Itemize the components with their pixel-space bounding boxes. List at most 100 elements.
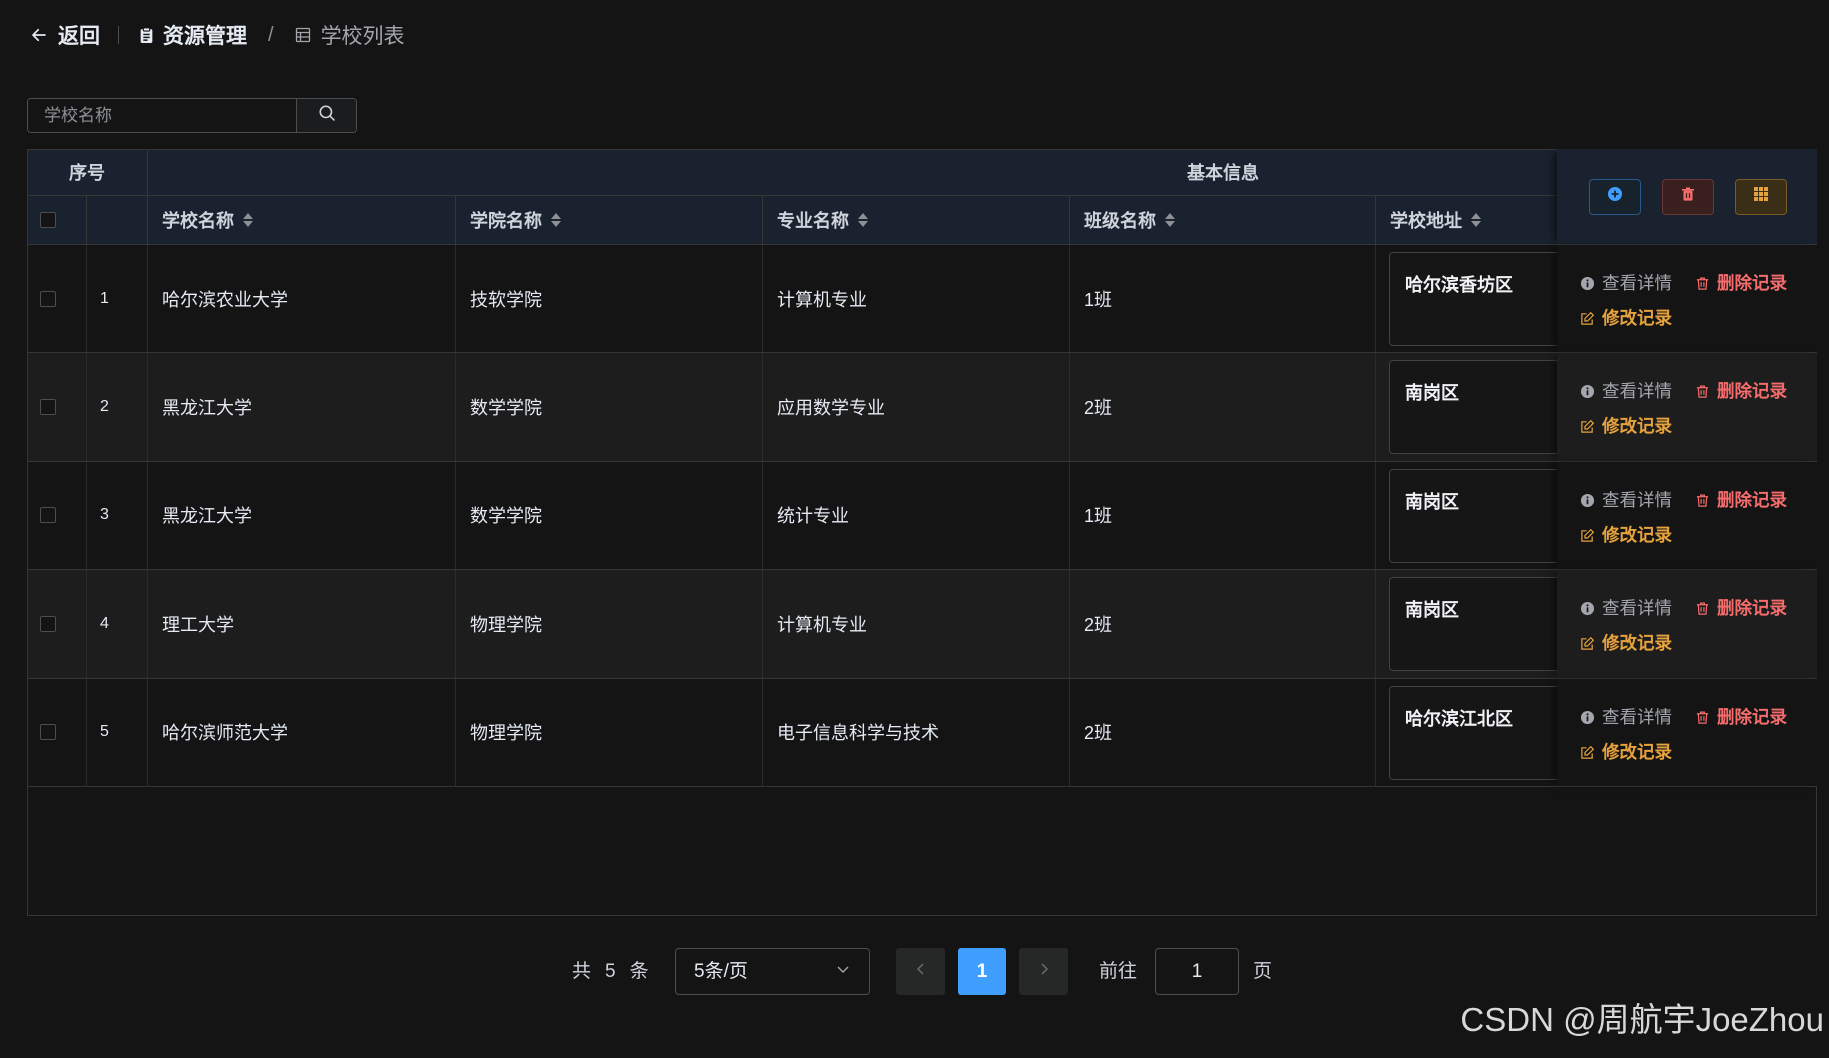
view-details-button[interactable]: 查看详情 xyxy=(1580,273,1672,294)
page-number-current[interactable]: 1 xyxy=(958,948,1006,995)
info-icon xyxy=(1580,710,1595,725)
edit-icon xyxy=(1580,745,1595,760)
cell-school-name: 理工大学 xyxy=(148,570,456,678)
breadcrumb-parent[interactable]: 资源管理 xyxy=(163,20,247,50)
table-row: 1 哈尔滨农业大学 技软学院 计算机专业 1班 哈尔滨香坊区 查看详情 删除记录 修改记录 xyxy=(27,245,1817,354)
edit-record-button[interactable]: 修改记录 xyxy=(1580,525,1672,546)
header-major-name[interactable]: 专业名称 xyxy=(763,196,1070,245)
row-checkbox[interactable] xyxy=(40,290,56,307)
sort-icon[interactable] xyxy=(1471,213,1481,227)
arrow-left-icon[interactable] xyxy=(30,26,48,44)
cell-class-name: 1班 xyxy=(1070,245,1376,353)
view-details-label: 查看详情 xyxy=(1602,273,1672,293)
edit-record-label: 修改记录 xyxy=(1602,741,1672,762)
address-box[interactable]: 南岗区 xyxy=(1389,468,1557,563)
view-details-button[interactable]: 查看详情 xyxy=(1580,598,1672,619)
breadcrumb-current: 学校列表 xyxy=(320,25,405,48)
page-size-select[interactable]: 5条/页 xyxy=(675,948,870,995)
edit-record-label: 修改记录 xyxy=(1602,416,1672,437)
sort-icon[interactable] xyxy=(551,213,561,227)
school-name-search-input[interactable] xyxy=(28,99,296,132)
header-college-name[interactable]: 学院名称 xyxy=(456,196,763,245)
row-checkbox[interactable] xyxy=(40,399,56,416)
row-actions: 查看详情 删除记录修改记录 xyxy=(1557,353,1817,461)
row-checkbox-cell xyxy=(27,245,87,353)
edit-record-label: 修改记录 xyxy=(1602,524,1672,545)
edit-record-button[interactable]: 修改记录 xyxy=(1580,308,1672,329)
add-button[interactable] xyxy=(1589,178,1641,215)
row-index: 5 xyxy=(87,678,148,786)
view-details-button[interactable]: 查看详情 xyxy=(1580,707,1672,728)
school-table: 序号 基本信息 学校名称 学院名称 专业名称 班级名称 学校地址 1 哈尔滨农业… xyxy=(27,149,1817,916)
header-index: 序号 xyxy=(27,149,148,196)
edit-record-label: 修改记录 xyxy=(1602,633,1672,654)
cell-school-address: 南岗区 xyxy=(1376,570,1557,677)
view-details-label: 查看详情 xyxy=(1602,598,1672,619)
address-box[interactable]: 哈尔滨香坊区 xyxy=(1389,252,1557,346)
column-settings-button[interactable] xyxy=(1735,178,1787,215)
cell-class-name: 1班 xyxy=(1070,461,1376,570)
trash-icon xyxy=(1695,601,1710,616)
trash-icon xyxy=(1695,710,1710,725)
edit-record-button[interactable]: 修改记录 xyxy=(1580,633,1672,654)
edit-record-button[interactable]: 修改记录 xyxy=(1580,742,1672,763)
info-icon xyxy=(1580,493,1595,508)
row-checkbox-cell xyxy=(27,570,87,678)
search-bar xyxy=(27,98,357,133)
row-index: 1 xyxy=(87,245,148,353)
cell-major-name: 电子信息科学与技术 xyxy=(763,678,1070,786)
trash-icon xyxy=(1695,384,1710,399)
delete-record-button[interactable]: 删除记录 xyxy=(1695,273,1787,294)
header-class-name[interactable]: 班级名称 xyxy=(1070,196,1376,245)
header-label: 学校地址 xyxy=(1390,211,1462,231)
page-size-value: 5条/页 xyxy=(694,960,748,982)
sort-icon[interactable] xyxy=(858,213,868,227)
row-actions: 查看详情 删除记录修改记录 xyxy=(1557,570,1817,678)
cell-major-name: 统计专业 xyxy=(763,461,1070,570)
row-checkbox[interactable] xyxy=(40,615,56,632)
address-box[interactable]: 南岗区 xyxy=(1389,577,1557,672)
delete-record-button[interactable]: 删除记录 xyxy=(1695,598,1787,619)
view-details-button[interactable]: 查看详情 xyxy=(1580,381,1672,402)
select-all-checkbox[interactable] xyxy=(40,212,56,228)
row-actions: 查看详情 删除记录修改记录 xyxy=(1557,678,1817,786)
header-school-name[interactable]: 学校名称 xyxy=(148,196,456,245)
search-button[interactable] xyxy=(296,99,356,132)
prev-page-button[interactable] xyxy=(896,948,945,995)
cell-college-name: 数学学院 xyxy=(456,461,763,570)
cell-class-name: 2班 xyxy=(1070,353,1376,461)
info-icon xyxy=(1580,384,1595,399)
sort-icon[interactable] xyxy=(1165,213,1175,227)
edit-icon xyxy=(1580,636,1595,651)
header-label: 专业名称 xyxy=(777,211,849,231)
row-index: 3 xyxy=(87,461,148,570)
row-index: 4 xyxy=(87,570,148,678)
sort-icon[interactable] xyxy=(243,213,253,227)
view-details-button[interactable]: 查看详情 xyxy=(1580,490,1672,511)
header-school-address[interactable]: 学校地址 xyxy=(1376,196,1557,245)
batch-delete-button[interactable] xyxy=(1662,178,1714,215)
header-label: 学校名称 xyxy=(162,211,234,231)
edit-record-button[interactable]: 修改记录 xyxy=(1580,416,1672,437)
back-button[interactable]: 返回 xyxy=(58,20,100,50)
table-row: 3 黑龙江大学 数学学院 统计专业 1班 南岗区 查看详情 删除记录修改记录 xyxy=(27,461,1817,571)
delete-record-button[interactable]: 删除记录 xyxy=(1695,707,1787,728)
next-page-button[interactable] xyxy=(1019,948,1068,995)
row-checkbox[interactable] xyxy=(40,507,56,524)
cell-school-address: 南岗区 xyxy=(1376,353,1557,460)
chevron-left-icon xyxy=(913,960,929,984)
table-row: 4 理工大学 物理学院 计算机专业 2班 南岗区 查看详情 删除记录 修改记录 xyxy=(27,570,1817,679)
delete-record-label: 删除记录 xyxy=(1717,598,1787,619)
delete-record-button[interactable]: 删除记录 xyxy=(1695,381,1787,402)
trash-icon xyxy=(1695,493,1710,508)
delete-record-button[interactable]: 删除记录 xyxy=(1695,490,1787,511)
pagination-total: 共 5 条 xyxy=(572,960,649,984)
edit-record-label: 修改记录 xyxy=(1602,308,1672,328)
address-box[interactable]: 南岗区 xyxy=(1389,360,1557,455)
goto-page-input[interactable] xyxy=(1155,948,1239,995)
row-checkbox[interactable] xyxy=(40,724,56,741)
address-box[interactable]: 哈尔滨江北区 xyxy=(1389,685,1557,780)
cell-school-name: 黑龙江大学 xyxy=(148,461,456,570)
cell-school-name: 哈尔滨师范大学 xyxy=(148,678,456,786)
total-prefix: 共 xyxy=(572,961,592,982)
